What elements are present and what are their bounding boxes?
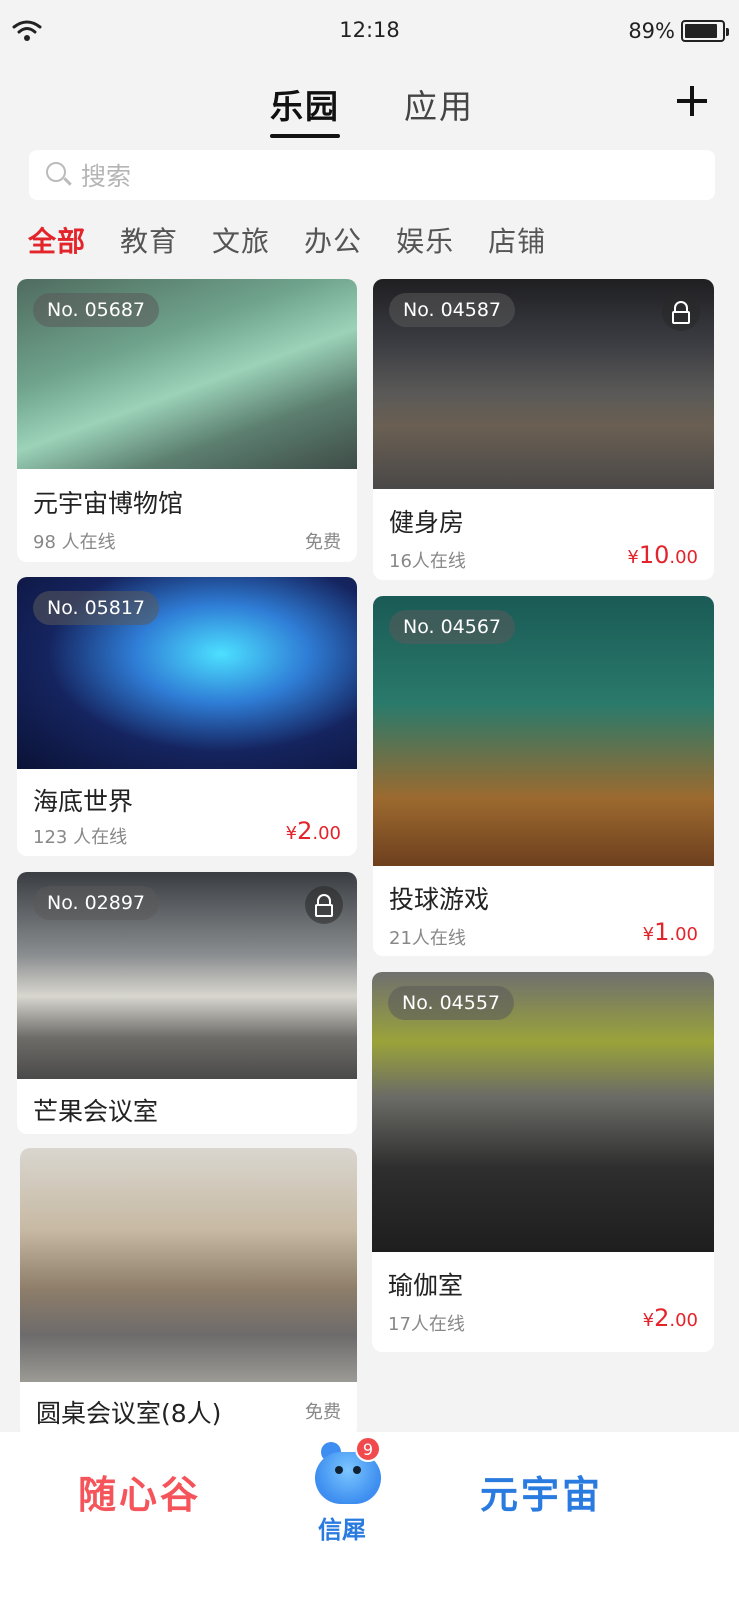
search-placeholder: 搜索 (81, 162, 132, 191)
venue-price: ¥10.00 (627, 541, 698, 569)
category-all[interactable]: 全部 (28, 220, 86, 260)
venue-online-count: 21人在线 (389, 928, 466, 949)
venue-card[interactable]: No. 02897 芒果会议室 (17, 872, 357, 1134)
venue-number-badge: No. 04557 (388, 986, 515, 1020)
category-office[interactable]: 办公 (304, 220, 362, 260)
notification-badge: 9 (355, 1436, 381, 1462)
venue-title: 海底世界 (33, 787, 134, 816)
category-culture-travel[interactable]: 文旅 (212, 220, 270, 260)
lock-icon (662, 293, 700, 331)
venue-online-count: 16人在线 (389, 551, 466, 572)
add-icon[interactable] (675, 84, 709, 118)
tab-park[interactable]: 乐园 (270, 80, 340, 138)
venue-title: 瑜伽室 (388, 1271, 464, 1300)
venue-title: 芒果会议室 (33, 1097, 159, 1126)
status-bar: 12:18 89% (0, 0, 739, 62)
tab-apps[interactable]: 应用 (404, 80, 474, 128)
venue-number-badge: No. 05817 (33, 591, 160, 625)
venue-online-count: 123 人在线 (33, 827, 128, 848)
venue-card[interactable]: No. 04567 投球游戏 21人在线 ¥1.00 (373, 596, 714, 956)
nav-metaverse[interactable]: 元宇宙 (480, 1464, 603, 1519)
venue-title: 投球游戏 (389, 885, 490, 914)
venue-card[interactable]: No. 05817 海底世界 123 人在线 ¥2.00 (17, 577, 357, 856)
lock-icon (305, 886, 343, 924)
category-shop[interactable]: 店铺 (488, 220, 546, 260)
venue-price: ¥1.00 (642, 918, 698, 946)
search-input[interactable]: 搜索 (29, 150, 715, 200)
venue-card[interactable]: 圆桌会议室(8人) 免费 (20, 1148, 357, 1438)
venue-title: 元宇宙博物馆 (33, 489, 184, 518)
battery-icon (681, 20, 729, 42)
bottom-nav: 随心谷 9 信犀 元宇宙 (0, 1432, 739, 1600)
category-tabs: 全部 教育 文旅 办公 娱乐 店铺 (28, 220, 546, 260)
venue-card[interactable]: No. 05687 元宇宙博物馆 98 人在线 免费 (17, 279, 357, 562)
status-time: 12:18 (339, 18, 400, 42)
venue-card[interactable]: No. 04557 瑜伽室 17人在线 ¥2.00 (372, 972, 714, 1352)
venue-title: 圆桌会议室(8人) (36, 1399, 222, 1428)
venue-card[interactable]: No. 04587 健身房 16人在线 ¥10.00 (373, 279, 714, 580)
venue-number-badge: No. 05687 (33, 293, 160, 327)
category-entertainment[interactable]: 娱乐 (396, 220, 454, 260)
venue-price: 免费 (305, 1402, 341, 1423)
search-icon (45, 161, 73, 189)
venue-title: 健身房 (389, 508, 465, 537)
header-tabs: 乐园 应用 (0, 80, 739, 140)
venue-online-count: 98 人在线 (33, 532, 116, 553)
venue-number-badge: No. 04567 (389, 610, 516, 644)
venue-number-badge: No. 02897 (33, 886, 160, 920)
nav-suixingu[interactable]: 随心谷 (78, 1464, 201, 1519)
category-education[interactable]: 教育 (120, 220, 178, 260)
venue-image (20, 1148, 357, 1382)
venue-number-badge: No. 04587 (389, 293, 516, 327)
venue-price: ¥2.00 (285, 817, 341, 845)
venue-online-count: 17人在线 (388, 1314, 465, 1335)
nav-xinxi-label[interactable]: 信犀 (318, 1510, 366, 1545)
venue-price: 免费 (305, 532, 341, 553)
venue-price: ¥2.00 (642, 1304, 698, 1332)
